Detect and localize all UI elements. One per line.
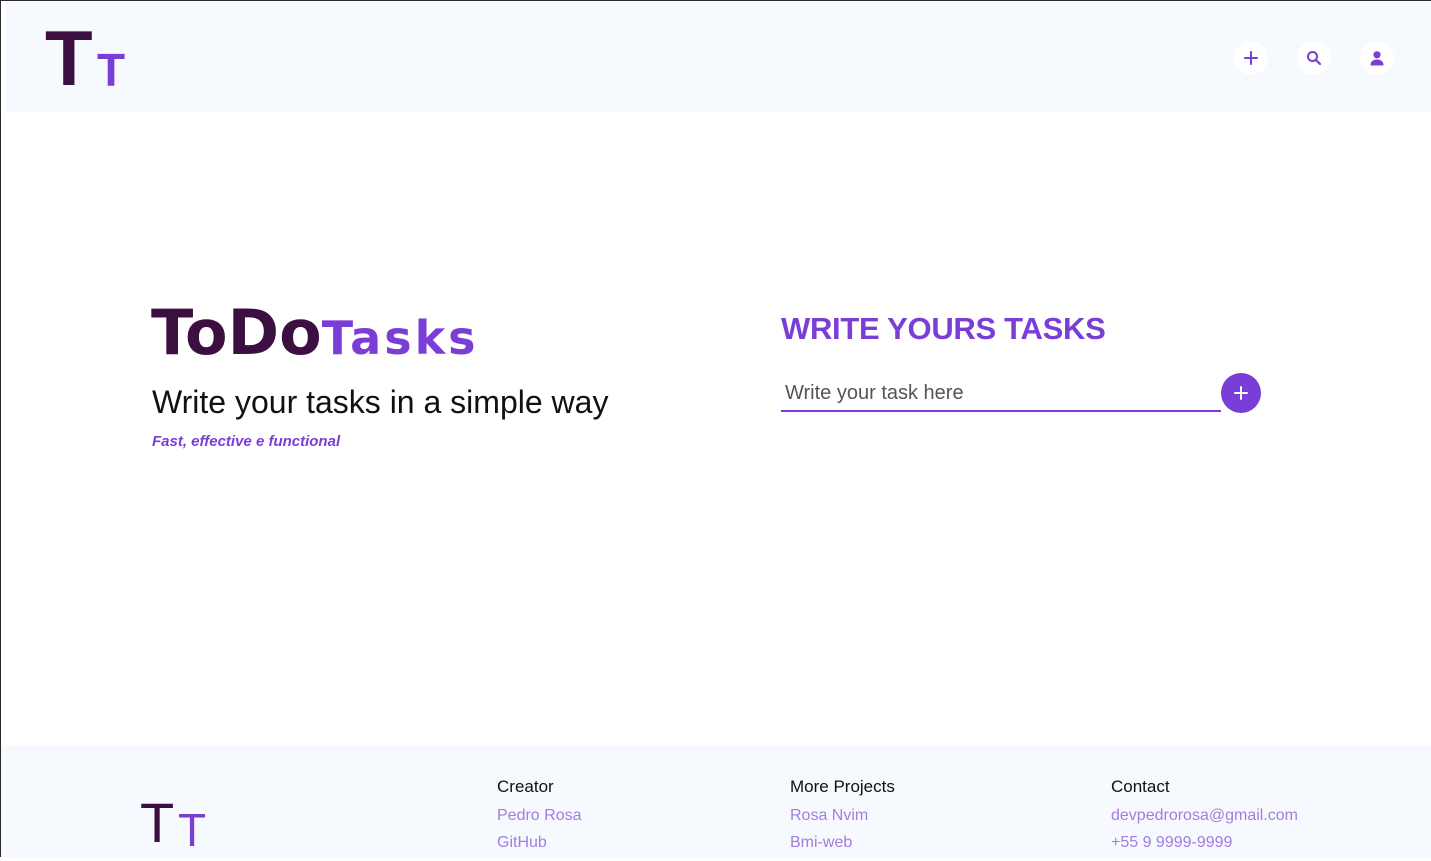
- add-button[interactable]: [1234, 41, 1268, 75]
- task-form-title: WRITE YOURS TASKS: [781, 311, 1106, 346]
- footer-column-more-projects: More Projects Rosa Nvim Bmi-web: [790, 777, 895, 861]
- footer-column-contact: Contact devpedrorosa@gmail.com +55 9 999…: [1111, 777, 1298, 861]
- footer-logo-letter-large: T: [140, 791, 175, 854]
- footer-logo-letter-small: T: [178, 804, 207, 856]
- footer-link-github[interactable]: GitHub: [497, 834, 582, 852]
- footer-link-email[interactable]: devpedrorosa@gmail.com: [1111, 807, 1298, 825]
- search-icon: [1307, 51, 1322, 66]
- footer-link-rosa-nvim[interactable]: Rosa Nvim: [790, 807, 895, 825]
- footer-link-pedro-rosa[interactable]: Pedro Rosa: [497, 807, 582, 825]
- hero-title: ToDoTasks: [151, 296, 479, 369]
- footer: T T Creator Pedro Rosa GitHub More Proje…: [1, 745, 1431, 857]
- search-button[interactable]: [1297, 41, 1331, 75]
- header: T T: [6, 1, 1431, 112]
- hero-tagline: Fast, effective e functional: [152, 433, 341, 450]
- add-task-button[interactable]: [1221, 373, 1261, 413]
- task-input[interactable]: [781, 376, 1221, 412]
- hero-title-todo: ToDo: [151, 296, 322, 369]
- hero-title-tasks: Tasks: [321, 311, 479, 365]
- footer-heading-contact: Contact: [1111, 777, 1170, 796]
- logo-letter-small: T: [97, 44, 126, 96]
- logo-letter-large: T: [45, 14, 93, 102]
- user-button[interactable]: [1360, 41, 1394, 75]
- footer-link-bmi-web[interactable]: Bmi-web: [790, 834, 895, 852]
- hero-subtitle: Write your tasks in a simple way: [152, 384, 609, 420]
- plus-icon: [1244, 51, 1258, 65]
- footer-heading-creator: Creator: [497, 777, 554, 796]
- footer-heading-more-projects: More Projects: [790, 777, 895, 796]
- footer-column-creator: Creator Pedro Rosa GitHub: [497, 777, 582, 861]
- logo[interactable]: T T: [45, 14, 135, 102]
- window-frame: [0, 0, 1431, 857]
- plus-icon: [1234, 386, 1248, 400]
- footer-link-phone[interactable]: +55 9 9999-9999: [1111, 834, 1298, 852]
- user-icon: [1370, 51, 1384, 66]
- footer-logo[interactable]: T T: [140, 791, 210, 856]
